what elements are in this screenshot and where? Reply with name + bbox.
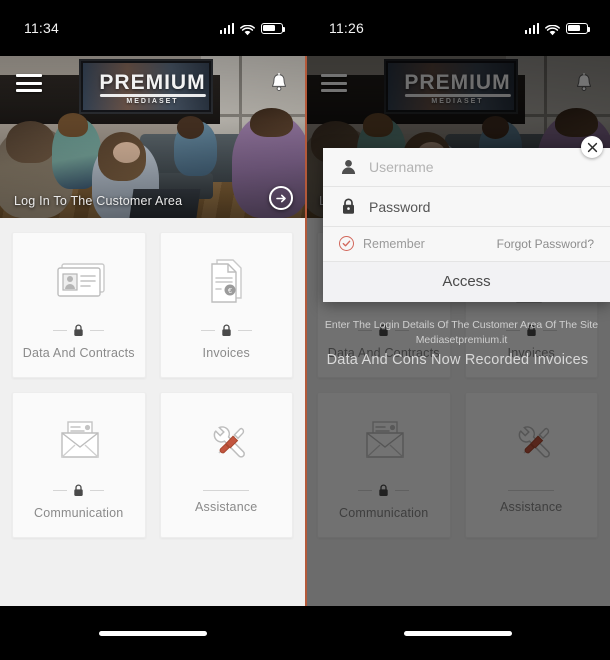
password-input[interactable] [369, 198, 594, 215]
person-user-icon [339, 159, 357, 175]
hero-top-bar [0, 56, 305, 110]
tile-grid: Data And Contracts € [12, 232, 293, 538]
svg-text:€: € [228, 288, 232, 295]
invoice-document-icon: € [195, 250, 257, 312]
home-indicator[interactable] [98, 630, 207, 636]
password-field-row[interactable] [323, 187, 610, 227]
tile-invoices[interactable]: € Invoices [159, 232, 293, 378]
home-indicator[interactable] [403, 630, 512, 636]
home-indicator-zone-left [0, 606, 305, 660]
lock-closed-icon [73, 484, 84, 497]
left-phone-screen: 11:34 PREMIUM MEDIASET Log In To The Cus… [0, 0, 305, 660]
status-icon-group [219, 22, 286, 35]
close-x-icon[interactable] [581, 136, 603, 158]
check-circle-icon[interactable] [339, 236, 354, 251]
tile-divider [53, 324, 105, 337]
login-hint-text: Enter The Login Details Of The Customer … [324, 319, 599, 347]
dual-phone-screenshot: 11:34 PREMIUM MEDIASET Log In To The Cus… [0, 0, 610, 660]
hero-caption: Log In To The Customer Area [14, 194, 183, 208]
status-time: 11:26 [329, 20, 364, 36]
lock-closed-icon [221, 324, 232, 337]
hamburger-menu-icon[interactable] [16, 74, 42, 92]
remember-row: Remember Forgot Password? [323, 227, 610, 261]
tile-divider [203, 490, 250, 491]
tile-label: Invoices [202, 346, 250, 360]
tile-data-and-contracts[interactable]: Data And Contracts [12, 232, 146, 378]
access-submit-button[interactable]: Access [323, 261, 610, 302]
wifi-icon [545, 23, 560, 35]
status-bar-left: 11:34 [0, 0, 305, 56]
wrench-screwdriver-icon [195, 416, 257, 478]
forgot-password-link[interactable]: Forgot Password? [497, 237, 594, 251]
tile-label: Assistance [195, 500, 258, 514]
status-time: 11:34 [24, 20, 59, 36]
screen-divider-seam [305, 56, 307, 606]
cellular-signal-icon [219, 22, 234, 34]
lock-closed-icon [339, 198, 357, 215]
wifi-icon [240, 23, 255, 35]
battery-icon [261, 22, 286, 34]
remember-label: Remember [363, 236, 425, 251]
tile-assistance[interactable]: Assistance [159, 392, 293, 538]
tile-communication[interactable]: Communication [12, 392, 146, 538]
home-indicator-zone-right [305, 606, 610, 660]
status-icon-group [524, 22, 591, 35]
login-headline-text: Data And Cons Now Recorded Invoices [326, 352, 589, 368]
username-field-row[interactable] [323, 148, 610, 187]
lock-closed-icon [73, 324, 84, 337]
status-bar-right: 11:26 [305, 0, 610, 56]
tile-divider [200, 324, 252, 337]
tiles-area-left: Data And Contracts € Invoices Communicat… [0, 218, 305, 606]
tile-label: Data And Contracts [22, 346, 135, 360]
envelope-mail-icon [48, 410, 110, 472]
login-modal: Remember Forgot Password? Access [323, 136, 610, 302]
id-card-icon [48, 250, 110, 312]
remember-me-toggle[interactable]: Remember [339, 236, 425, 251]
username-input[interactable] [369, 159, 594, 175]
tile-divider [53, 484, 105, 497]
battery-icon [566, 22, 591, 34]
notification-bell-icon[interactable] [269, 72, 289, 94]
right-phone-screen: 11:26 Username Password Remember Forgot … [305, 0, 610, 660]
arrow-right-circle-icon[interactable] [269, 186, 293, 210]
tile-label: Communication [34, 506, 124, 520]
hero-banner-left[interactable]: PREMIUM MEDIASET Log In To The Customer … [0, 56, 305, 218]
cellular-signal-icon [524, 22, 539, 34]
